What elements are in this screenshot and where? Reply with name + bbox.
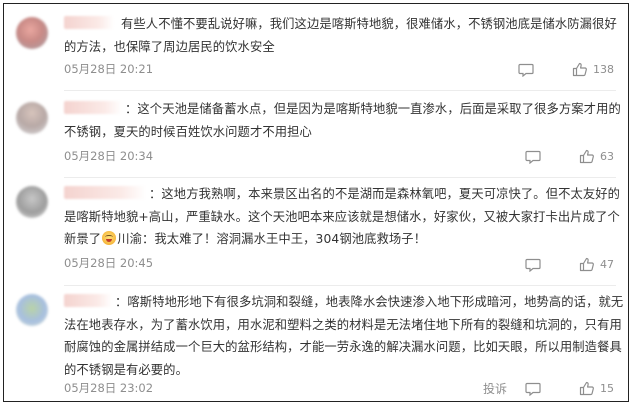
- comment-item: 有些人不懂不要乱说好嘛，我们这边是喀斯特地貌，很难储水，不锈钢池底是储水防漏很好…: [4, 4, 628, 91]
- comment-icon[interactable]: [525, 382, 541, 396]
- comment-text: ：这地方我熟啊，本来景区出名的不是湖而是森林氧吧，夏天可凉快了。但不太友好的是喀…: [64, 186, 621, 246]
- crying-face-emoji: [102, 231, 117, 245]
- comment-time: 05月28日 20:45: [64, 256, 154, 270]
- username[interactable]: [64, 16, 114, 29]
- comment-item: ：这地方我熟啊，本来景区出名的不是湖而是森林氧吧，夏天可凉快了。但不太友好的是喀…: [4, 178, 628, 286]
- avatar[interactable]: [16, 186, 48, 218]
- avatar[interactable]: [16, 294, 48, 326]
- comment-text: ：喀斯特地形地下有很多坑洞和裂缝，地表降水会快速渗入地下形成暗河，地势高的话，就…: [64, 294, 624, 377]
- comment-time: 05月28日 20:34: [64, 149, 154, 163]
- thumbs-up-icon[interactable]: [579, 257, 595, 272]
- like-count: 47: [600, 258, 614, 271]
- username[interactable]: [64, 186, 146, 199]
- comment-text: ：这个天池是储备蓄水点，但是因为是喀斯特地貌一直渗水，后面是采取了很多方案才用的…: [64, 101, 621, 139]
- username[interactable]: [64, 294, 112, 307]
- comment-actions: 投诉 15: [483, 380, 614, 397]
- thumbs-up-icon[interactable]: [579, 381, 595, 396]
- comment-list: 有些人不懂不要乱说好嘛，我们这边是喀斯特地貌，很难储水，不锈钢池底是储水防漏很好…: [3, 3, 629, 402]
- comment-text: 有些人不懂不要乱说好嘛，我们这边是喀斯特地貌，很难储水，不锈钢池底是储水防漏很好…: [64, 16, 617, 54]
- comment-actions: 47: [525, 257, 614, 272]
- report-link[interactable]: 投诉: [483, 380, 507, 397]
- comment-icon[interactable]: [525, 150, 541, 164]
- comment-item: ：这个天池是储备蓄水点，但是因为是喀斯特地貌一直渗水，后面是采取了很多方案才用的…: [4, 91, 628, 178]
- like-count: 63: [600, 150, 614, 163]
- like-count: 138: [593, 63, 614, 76]
- thumbs-up-icon[interactable]: [572, 62, 588, 77]
- avatar[interactable]: [16, 17, 48, 49]
- username[interactable]: [64, 101, 122, 114]
- comment-item: ：喀斯特地形地下有很多坑洞和裂缝，地表降水会快速渗入地下形成暗河，地势高的话，就…: [4, 286, 628, 401]
- thumbs-up-icon[interactable]: [579, 149, 595, 164]
- comment-actions: 63: [525, 149, 614, 164]
- like-count: 15: [600, 382, 614, 395]
- comment-icon[interactable]: [525, 258, 541, 272]
- comment-time: 05月28日 23:02: [64, 381, 154, 395]
- comment-actions: 138: [518, 62, 614, 77]
- comment-time: 05月28日 20:21: [64, 62, 154, 76]
- comment-icon[interactable]: [518, 63, 534, 77]
- avatar[interactable]: [16, 102, 48, 134]
